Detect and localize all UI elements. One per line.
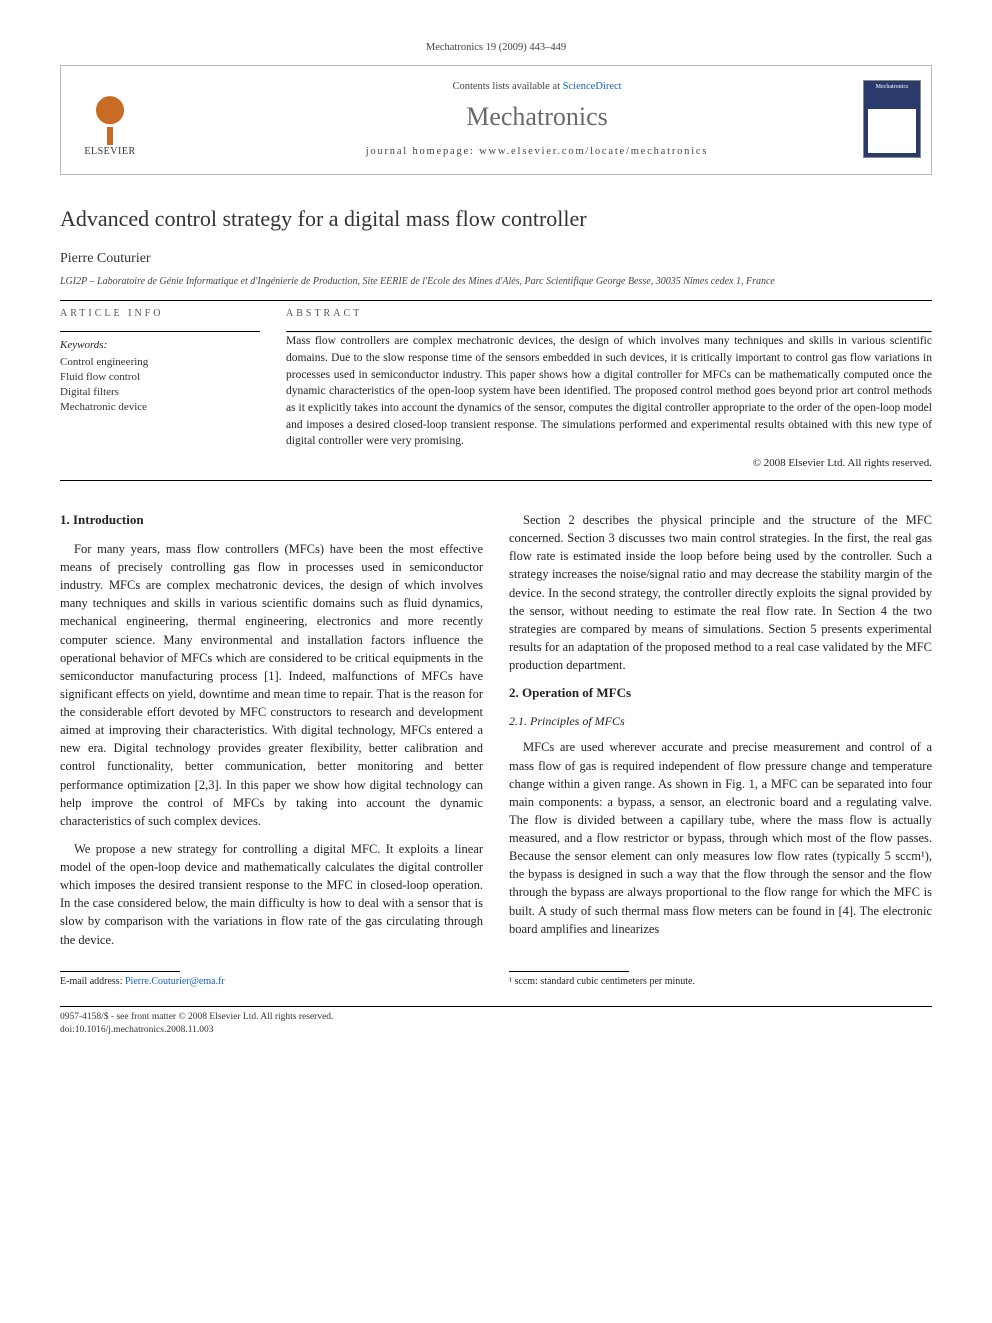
- header-center: Contents lists available at ScienceDirec…: [157, 79, 917, 159]
- contents-prefix: Contents lists available at: [452, 81, 562, 92]
- abstract-label: ABSTRACT: [286, 307, 932, 322]
- journal-cover-thumb: Mechatronics: [863, 80, 921, 158]
- page-bottom-rule: [60, 1006, 932, 1007]
- footnote-rule: [60, 971, 180, 972]
- footnote-rule: [509, 971, 629, 972]
- journal-title: Mechatronics: [157, 98, 917, 136]
- info-rule: [60, 331, 260, 332]
- article-info-label: ARTICLE INFO: [60, 307, 260, 322]
- keyword: Digital filters: [60, 385, 260, 400]
- paragraph: We propose a new strategy for controllin…: [60, 840, 483, 949]
- paragraph: Section 2 describes the physical princip…: [509, 511, 932, 674]
- journal-homepage: journal homepage: www.elsevier.com/locat…: [157, 144, 917, 159]
- footnote-right: ¹ sccm: standard cubic centimeters per m…: [509, 971, 932, 990]
- paragraph: For many years, mass flow controllers (M…: [60, 540, 483, 830]
- elsevier-logo: ELSEVIER: [75, 79, 145, 159]
- copyright-block: 0957-4158/$ - see front matter © 2008 El…: [60, 1011, 932, 1039]
- article-title: Advanced control strategy for a digital …: [60, 203, 932, 235]
- publisher-name: ELSEVIER: [84, 145, 135, 160]
- email-label: E-mail address:: [60, 976, 125, 987]
- keywords-heading: Keywords:: [60, 338, 260, 354]
- header-citation: Mechatronics 19 (2009) 443–449: [60, 40, 932, 55]
- elsevier-tree-icon: [80, 87, 140, 145]
- keyword: Fluid flow control: [60, 370, 260, 385]
- footnote-row: E-mail address: Pierre.Couturier@ema.fr …: [60, 953, 932, 990]
- page: Mechatronics 19 (2009) 443–449 ELSEVIER …: [0, 0, 992, 1068]
- abstract-column: ABSTRACT Mass flow controllers are compl…: [286, 307, 932, 472]
- section-heading-1: 1. Introduction: [60, 511, 483, 530]
- author-affiliation: LGI2P – Laboratoire de Génie Informatiqu…: [60, 275, 932, 290]
- cover-label: Mechatronics: [864, 83, 920, 92]
- keyword: Mechatronic device: [60, 400, 260, 415]
- rule-bottom: [60, 480, 932, 481]
- footnote-sccm: ¹ sccm: standard cubic centimeters per m…: [509, 976, 695, 987]
- contents-line: Contents lists available at ScienceDirec…: [157, 79, 917, 94]
- doi-line: doi:10.1016/j.mechatronics.2008.11.003: [60, 1024, 932, 1038]
- author-email-link[interactable]: Pierre.Couturier@ema.fr: [125, 976, 225, 987]
- body-columns: 1. Introduction For many years, mass flo…: [60, 511, 932, 953]
- paragraph: MFCs are used wherever accurate and prec…: [509, 738, 932, 937]
- sciencedirect-link[interactable]: ScienceDirect: [563, 81, 622, 92]
- author-name: Pierre Couturier: [60, 249, 932, 269]
- keyword: Control engineering: [60, 355, 260, 370]
- section-heading-2: 2. Operation of MFCs: [509, 684, 932, 703]
- abstract-copyright: © 2008 Elsevier Ltd. All rights reserved…: [286, 456, 932, 472]
- info-abstract-row: ARTICLE INFO Keywords: Control engineeri…: [60, 307, 932, 472]
- footnote-left: E-mail address: Pierre.Couturier@ema.fr: [60, 971, 483, 990]
- article-info-column: ARTICLE INFO Keywords: Control engineeri…: [60, 307, 260, 472]
- issn-line: 0957-4158/$ - see front matter © 2008 El…: [60, 1011, 932, 1025]
- journal-header: ELSEVIER Contents lists available at Sci…: [60, 65, 932, 175]
- rule-top: [60, 300, 932, 301]
- abstract-text: Mass flow controllers are complex mechat…: [286, 333, 932, 450]
- subsection-heading-2-1: 2.1. Principles of MFCs: [509, 713, 932, 730]
